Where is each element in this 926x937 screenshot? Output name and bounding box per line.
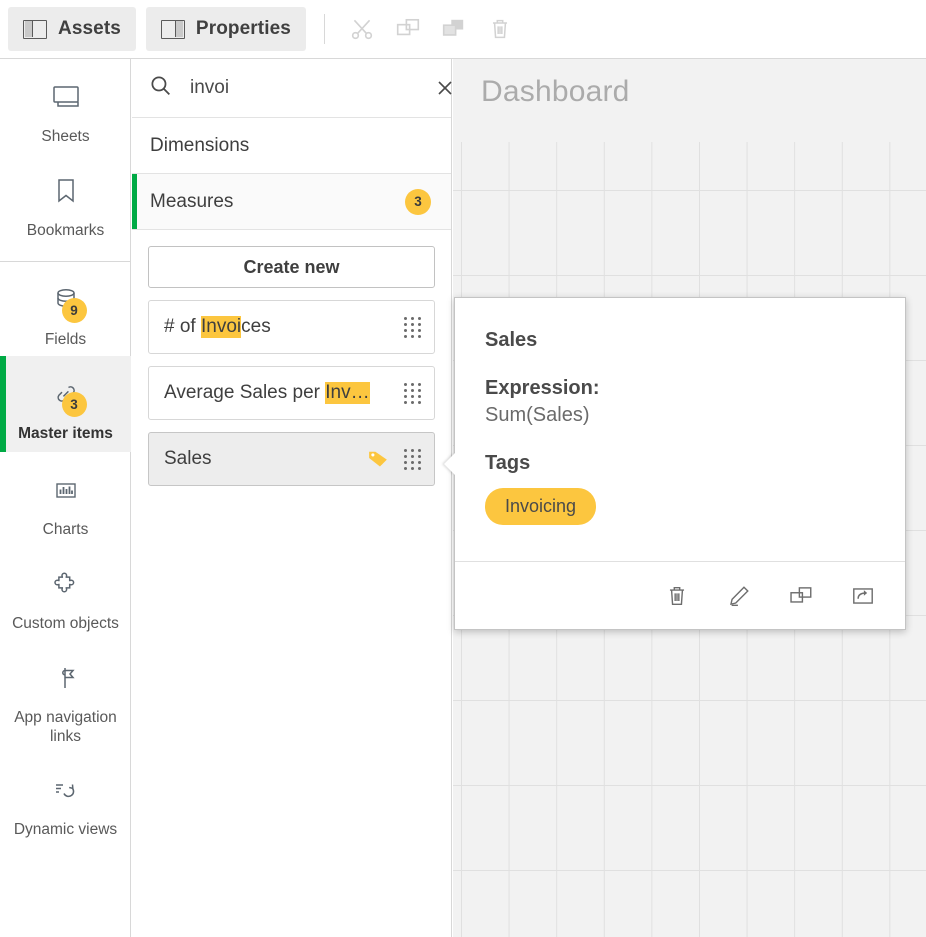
rail-item-app-navigation-links[interactable]: App navigation links [0, 640, 131, 752]
measure-name-highlight: Inv… [325, 382, 369, 404]
copy-button[interactable] [385, 7, 431, 51]
clear-search-button[interactable] [435, 74, 455, 102]
rail-label-master-items: Master items [18, 424, 113, 443]
delete-button[interactable] [477, 7, 523, 51]
section-measures[interactable]: Measures 3 [132, 174, 451, 230]
sheet-icon [44, 77, 88, 117]
rail-label-sheets: Sheets [41, 127, 89, 146]
create-new-button[interactable]: Create new [148, 246, 435, 288]
popover-expression-label: Expression: [485, 377, 875, 400]
puzzle-icon [44, 564, 88, 604]
flag-icon [44, 658, 88, 698]
properties-toggle-button[interactable]: Properties [146, 7, 306, 51]
search-icon [148, 73, 173, 103]
dynamic-views-icon [44, 770, 88, 810]
popover-body: Sales Expression: Sum(Sales) Tags Invoic… [455, 298, 905, 525]
paste-icon [441, 16, 467, 42]
bar-chart-icon [44, 470, 88, 510]
popover-tag-pill: Invoicing [485, 488, 596, 525]
asset-nav-rail: Sheets Bookmarks 9 Fields [0, 59, 131, 937]
measure-item-invoices[interactable]: # of Invoices [148, 300, 435, 354]
assets-toggle-button[interactable]: Assets [8, 7, 136, 51]
top-toolbar: Assets Properties [0, 0, 926, 59]
measure-detail-popover: Sales Expression: Sum(Sales) Tags Invoic… [454, 297, 906, 630]
measure-name-highlight: Invoi [201, 316, 241, 338]
popover-tags-label: Tags [485, 452, 875, 475]
rail-label-bookmarks: Bookmarks [27, 221, 105, 240]
properties-toggle-label: Properties [196, 18, 291, 40]
assets-toggle-label: Assets [58, 18, 121, 40]
rail-item-fields[interactable]: 9 Fields [0, 262, 131, 356]
measure-name-prefix: Sales [164, 448, 212, 469]
popover-action-bar [455, 561, 905, 629]
measure-item-sales[interactable]: Sales [148, 432, 435, 486]
paste-button[interactable] [431, 7, 477, 51]
pencil-icon [726, 583, 752, 609]
section-dimensions-label: Dimensions [150, 135, 431, 157]
sheet-title: Dashboard [481, 75, 630, 109]
rail-label-charts: Charts [43, 520, 89, 539]
drag-handle[interactable] [404, 383, 422, 404]
section-dimensions[interactable]: Dimensions [132, 118, 451, 174]
measure-name-suffix: ces [241, 316, 271, 337]
rail-label-custom-objects: Custom objects [12, 614, 119, 633]
drag-handle[interactable] [404, 317, 422, 338]
popover-edit-button[interactable] [719, 576, 759, 616]
right-panel-icon [161, 20, 185, 39]
measure-name: # of Invoices [164, 316, 404, 338]
create-new-wrapper: Create new [132, 230, 451, 300]
rail-label-app-navigation-links: App navigation links [11, 708, 121, 746]
measure-item-average-sales-per-invoice[interactable]: Average Sales per Inv… [148, 366, 435, 420]
close-icon [435, 78, 455, 98]
measure-name: Sales [164, 448, 366, 470]
bookmark-icon [44, 171, 88, 211]
measures-count-badge: 3 [405, 189, 431, 215]
popover-expression-value: Sum(Sales) [485, 404, 875, 427]
measure-name-prefix: # of [164, 316, 201, 337]
rail-label-dynamic-views: Dynamic views [14, 820, 117, 839]
toolbar-divider [324, 14, 325, 44]
database-icon: 9 [44, 280, 88, 320]
trash-icon [664, 583, 690, 609]
duplicate-icon [788, 583, 814, 609]
rail-item-custom-objects[interactable]: Custom objects [0, 546, 131, 640]
measure-name: Average Sales per Inv… [164, 382, 404, 404]
qlik-sense-editor: Assets Properties [0, 0, 926, 937]
rail-item-sheets[interactable]: Sheets [0, 59, 131, 153]
popover-duplicate-button[interactable] [781, 576, 821, 616]
rail-item-bookmarks[interactable]: Bookmarks [0, 153, 131, 247]
popover-add-to-sheet-button[interactable] [843, 576, 883, 616]
tag-glyph [366, 447, 391, 472]
measure-name-prefix: Average Sales per [164, 382, 325, 403]
popover-delete-button[interactable] [657, 576, 697, 616]
assets-panel: Dimensions Measures 3 Create new # of In… [132, 59, 452, 937]
popover-title: Sales [485, 329, 875, 352]
left-panel-icon [23, 20, 47, 39]
copy-icon [395, 16, 421, 42]
rail-item-dynamic-views[interactable]: Dynamic views [0, 752, 131, 846]
link-icon: 3 [44, 374, 88, 414]
trash-icon [487, 16, 513, 42]
fields-count-badge: 9 [62, 298, 87, 323]
search-input[interactable] [190, 77, 435, 99]
section-measures-label: Measures [150, 191, 405, 213]
drag-handle[interactable] [404, 449, 422, 470]
scissors-icon [349, 16, 375, 42]
cut-button[interactable] [339, 7, 385, 51]
master-items-count-badge: 3 [62, 392, 87, 417]
rail-item-master-items[interactable]: 3 Master items [0, 356, 131, 452]
add-to-sheet-icon [850, 583, 876, 609]
rail-item-charts[interactable]: Charts [0, 452, 131, 546]
popover-arrow [444, 453, 455, 475]
tag-icon [366, 447, 391, 472]
assets-search-row [132, 59, 451, 118]
rail-label-fields: Fields [45, 330, 86, 349]
measures-list: # of Invoices Average Sales per Inv… Sal… [132, 300, 451, 486]
